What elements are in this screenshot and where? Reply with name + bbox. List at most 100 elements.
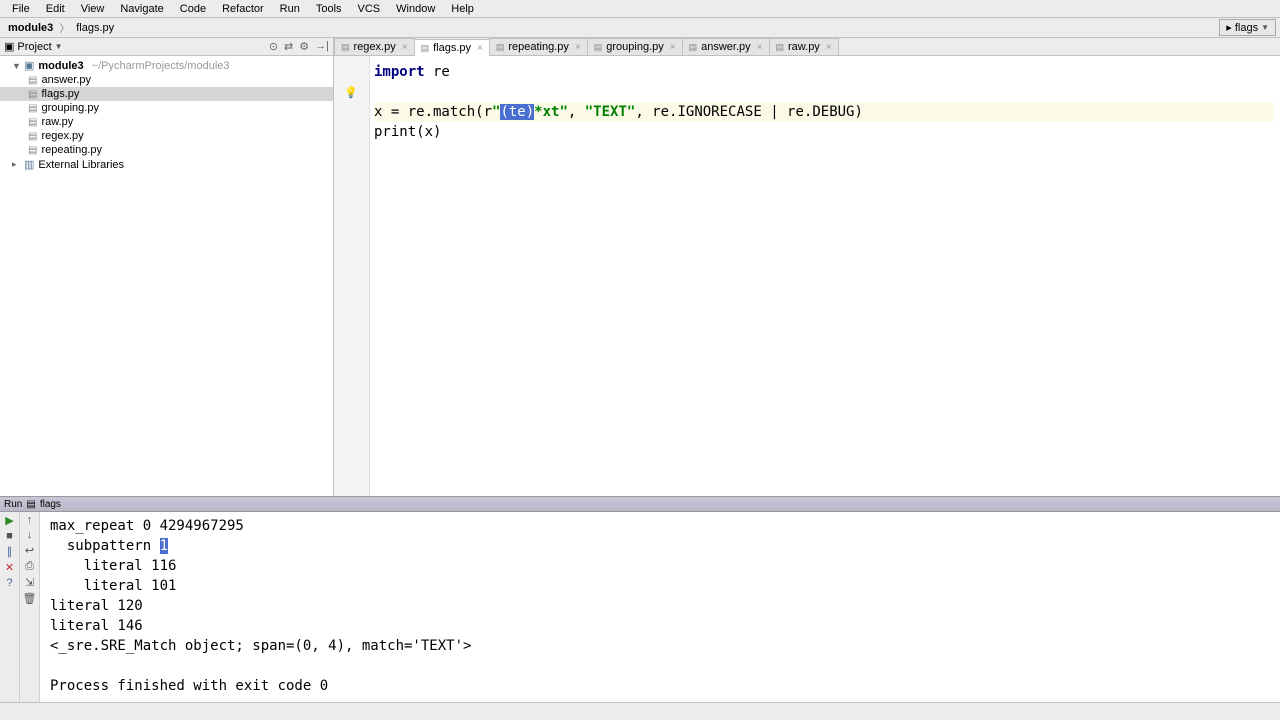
python-file-icon: ▤	[28, 117, 37, 128]
run-gutter-left: ▶ ■ ∥ ✕ ?	[0, 512, 20, 702]
breadcrumb-root[interactable]: module3	[4, 22, 57, 34]
tab-flags[interactable]: ▤ flags.py ×	[414, 39, 490, 56]
chevron-down-icon[interactable]: ▼	[12, 61, 20, 71]
tree-file-raw[interactable]: ▤ raw.py	[0, 115, 333, 129]
run-gutter-right: ↑ ↓ ↩ ⎙ ⇲ 🗑	[20, 512, 40, 702]
project-panel-header: ▣ Project ▼ ⊙ ⇄ ⚙ →|	[0, 38, 333, 56]
menu-view[interactable]: View	[73, 1, 113, 17]
tab-label: grouping.py	[606, 41, 664, 53]
trash-icon[interactable]: 🗑	[23, 592, 37, 605]
intention-bulb-icon[interactable]: 💡	[344, 86, 369, 99]
close-icon[interactable]: ×	[402, 42, 408, 53]
close-icon[interactable]: ×	[826, 42, 832, 53]
folder-icon: ▣	[24, 59, 34, 72]
export-icon[interactable]: ⇲	[25, 576, 34, 589]
code-editor[interactable]: 💡 import re x = re.match(r"(te)*xt", "TE…	[334, 56, 1280, 496]
close-icon[interactable]: ×	[757, 42, 763, 53]
tree-file-regex[interactable]: ▤ regex.py	[0, 129, 333, 143]
tree-root-label: module3	[38, 60, 83, 72]
library-icon: ▥	[24, 158, 34, 171]
tab-label: regex.py	[354, 41, 396, 53]
menu-navigate[interactable]: Navigate	[112, 1, 171, 17]
tree-file-answer[interactable]: ▤ answer.py	[0, 73, 333, 87]
python-file-icon: ▤	[496, 42, 505, 53]
breadcrumb-row: module3 〉 flags.py ▸ flags ▼	[0, 18, 1280, 38]
python-file-icon: ▤	[421, 43, 430, 54]
breadcrumb-separator: 〉	[57, 20, 72, 36]
python-file-icon: ▤	[28, 75, 37, 86]
gear-icon[interactable]: ⚙	[299, 40, 309, 53]
wrap-icon[interactable]: ↩	[25, 544, 34, 557]
menu-window[interactable]: Window	[388, 1, 443, 17]
tree-file-label: grouping.py	[41, 102, 99, 114]
tree-file-grouping[interactable]: ▤ grouping.py	[0, 101, 333, 115]
close-icon[interactable]: ×	[477, 43, 483, 54]
close-icon[interactable]: ✕	[5, 561, 14, 574]
down-icon[interactable]: ↓	[27, 529, 33, 541]
project-icon: ▣	[4, 40, 14, 53]
tab-grouping[interactable]: ▤ grouping.py ×	[587, 38, 683, 55]
menu-refactor[interactable]: Refactor	[214, 1, 272, 17]
tab-regex[interactable]: ▤ regex.py ×	[334, 38, 415, 55]
hide-icon[interactable]: →|	[315, 40, 329, 53]
menu-tools[interactable]: Tools	[308, 1, 350, 17]
pause-icon[interactable]: ∥	[7, 545, 13, 558]
stop-icon[interactable]: ■	[6, 530, 13, 542]
close-icon[interactable]: ×	[575, 42, 581, 53]
python-file-icon: ▤	[28, 131, 37, 142]
editor-panel: ▤ regex.py × ▤ flags.py × ▤ repeating.py…	[334, 38, 1280, 496]
tree-file-flags[interactable]: ▤ flags.py	[0, 87, 333, 101]
breadcrumb: module3 〉 flags.py	[4, 20, 118, 36]
close-icon[interactable]: ×	[670, 42, 676, 53]
console-output[interactable]: max_repeat 0 4294967295 subpattern 1 lit…	[40, 512, 1280, 702]
tree-file-label: regex.py	[41, 130, 83, 142]
run-tool-label: Run	[4, 499, 22, 510]
tree-file-label: repeating.py	[41, 144, 102, 156]
tree-external-label: External Libraries	[38, 159, 124, 171]
tree-external-libs[interactable]: ▸ ▥ External Libraries	[0, 157, 333, 172]
run-config-icon: ▤	[26, 499, 35, 510]
tab-label: answer.py	[701, 41, 751, 53]
python-file-icon: ▤	[28, 103, 37, 114]
help-icon[interactable]: ?	[6, 577, 12, 589]
menu-file[interactable]: File	[4, 1, 38, 17]
up-icon[interactable]: ↑	[27, 514, 33, 526]
run-tool-header: Run ▤ flags	[0, 496, 1280, 512]
chevron-down-icon[interactable]: ▼	[55, 42, 63, 51]
editor-gutter: 💡	[334, 56, 370, 496]
chevron-right-icon[interactable]: ▸	[12, 159, 20, 170]
run-config-label: flags	[1235, 22, 1258, 34]
tab-label: flags.py	[433, 42, 471, 54]
python-file-icon: ▤	[341, 42, 350, 53]
breadcrumb-file[interactable]: flags.py	[72, 22, 118, 34]
tab-answer[interactable]: ▤ answer.py ×	[682, 38, 770, 55]
menu-code[interactable]: Code	[172, 1, 214, 17]
project-tree: ▼ ▣ module3 ~/PycharmProjects/module3 ▤ …	[0, 56, 333, 496]
python-file-icon: ▤	[776, 42, 785, 53]
run-panel: ▶ ■ ∥ ✕ ? ↑ ↓ ↩ ⎙ ⇲ 🗑 max_repeat 0 42949…	[0, 512, 1280, 702]
status-bar	[0, 702, 1280, 720]
run-config-selector[interactable]: ▸ flags ▼	[1219, 19, 1276, 36]
print-icon[interactable]: ⎙	[25, 560, 34, 573]
project-title: Project	[17, 41, 51, 53]
scroll-icon[interactable]: ⇄	[284, 40, 293, 53]
python-file-icon: ▤	[28, 145, 37, 156]
tree-root[interactable]: ▼ ▣ module3 ~/PycharmProjects/module3	[0, 58, 333, 73]
main-area: ▣ Project ▼ ⊙ ⇄ ⚙ →| ▼ ▣ module3 ~/Pycha…	[0, 38, 1280, 496]
menu-help[interactable]: Help	[443, 1, 482, 17]
tab-raw[interactable]: ▤ raw.py ×	[769, 38, 839, 55]
tab-label: repeating.py	[508, 41, 569, 53]
rerun-icon[interactable]: ▶	[5, 514, 13, 527]
chevron-down-icon: ▼	[1261, 23, 1269, 32]
tree-file-label: flags.py	[41, 88, 79, 100]
code-text[interactable]: import re x = re.match(r"(te)*xt", "TEXT…	[370, 56, 1280, 496]
tree-file-repeating[interactable]: ▤ repeating.py	[0, 143, 333, 157]
python-file-icon: ▤	[28, 89, 37, 100]
menu-run[interactable]: Run	[272, 1, 308, 17]
tab-repeating[interactable]: ▤ repeating.py ×	[489, 38, 588, 55]
menu-edit[interactable]: Edit	[38, 1, 73, 17]
menu-vcs[interactable]: VCS	[350, 1, 389, 17]
project-panel: ▣ Project ▼ ⊙ ⇄ ⚙ →| ▼ ▣ module3 ~/Pycha…	[0, 38, 334, 496]
collapse-icon[interactable]: ⊙	[269, 40, 278, 53]
python-file-icon: ▤	[689, 42, 698, 53]
